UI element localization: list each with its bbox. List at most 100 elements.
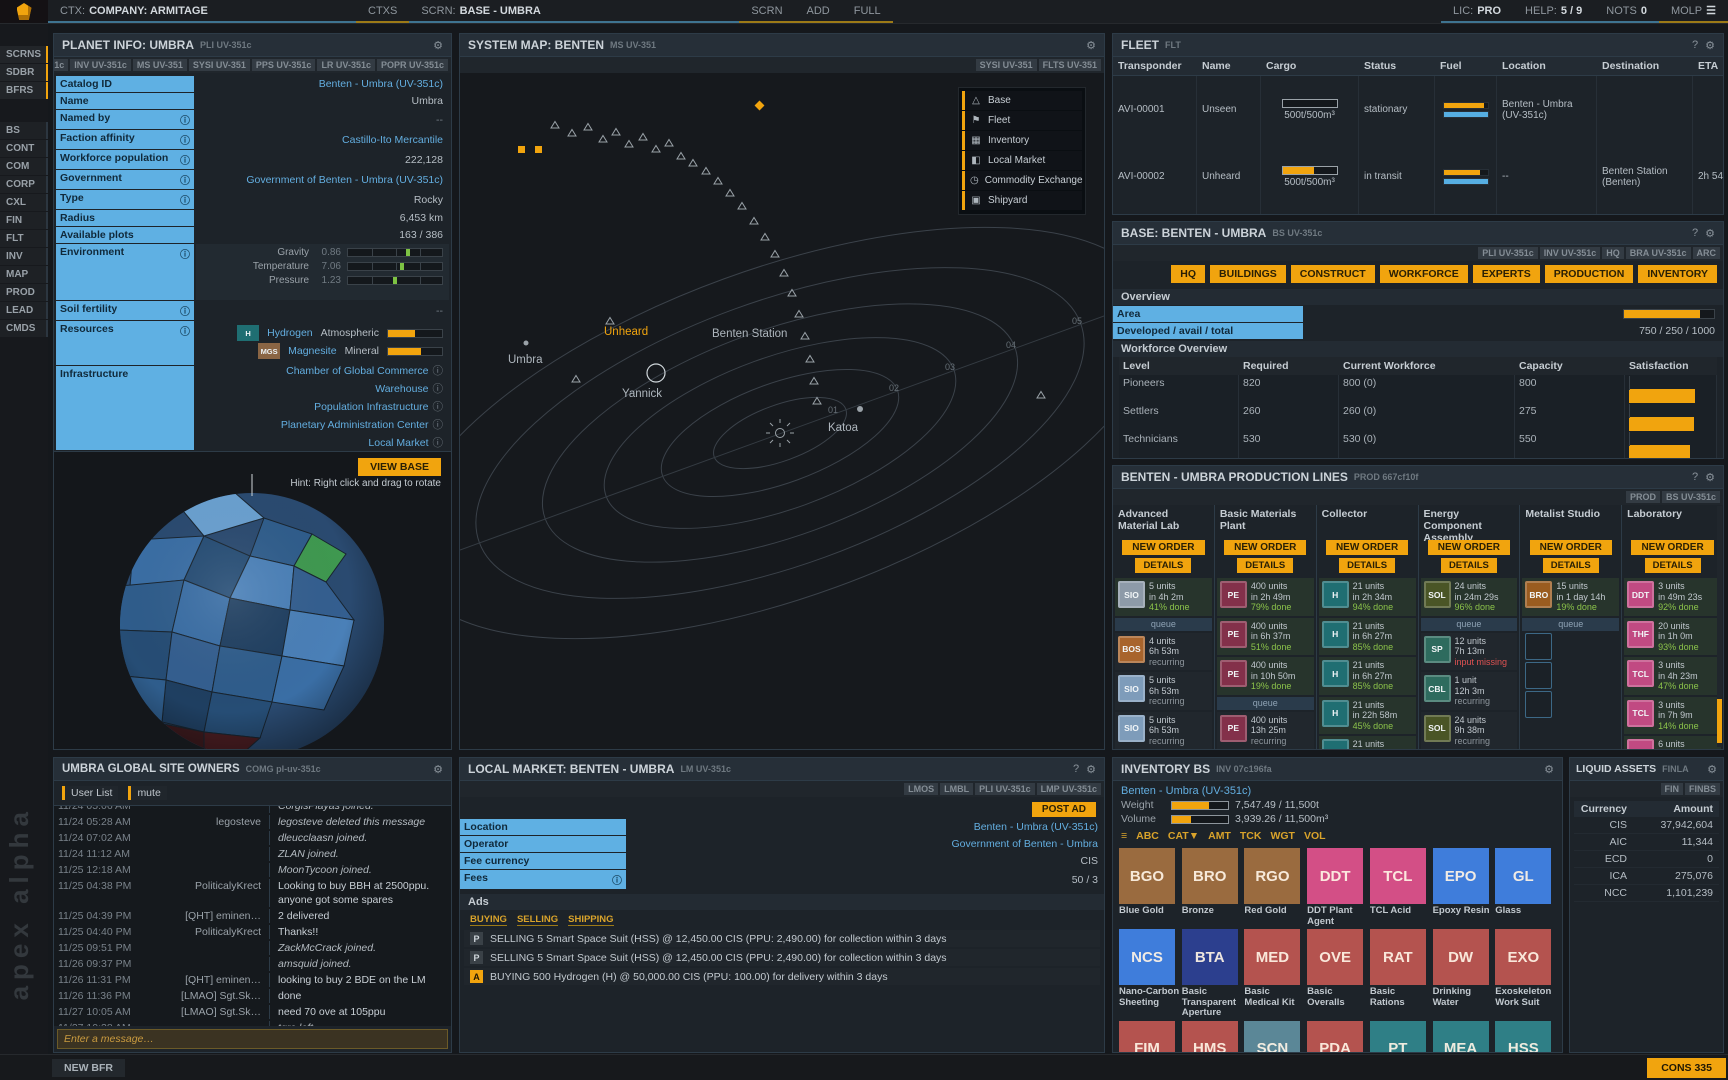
material-tile[interactable]: HSS (1495, 1021, 1551, 1053)
inventory-item[interactable]: TCLTCL Acid (1370, 848, 1431, 927)
material-tile[interactable]: BGO (1119, 848, 1175, 904)
production-order[interactable]: PE400 unitsin 2h 49m79% done (1217, 578, 1314, 616)
material-tile[interactable]: HMS (1182, 1021, 1238, 1053)
queued-order[interactable]: BOS4 units6h 53mrecurring (1115, 633, 1212, 671)
details-button[interactable]: DETAILS (1543, 558, 1599, 573)
scrn-button[interactable]: SCRN (739, 0, 794, 23)
currency-row[interactable]: ICA275,076 (1574, 868, 1719, 885)
post-ad-button[interactable]: POST AD (1032, 802, 1096, 817)
inventory-item[interactable]: BROBronze (1182, 848, 1243, 927)
queued-order[interactable]: SIO5 units6h 53mrecurring (1115, 672, 1212, 710)
production-order[interactable]: BRO15 unitsin 1 day 14h19% done (1522, 578, 1619, 616)
production-order[interactable]: DDT3 unitsin 49m 23s92% done (1624, 578, 1721, 616)
license-indicator[interactable]: LIC:PRO (1441, 0, 1513, 23)
info-icon[interactable]: ⓘ (433, 381, 444, 396)
details-button[interactable]: DETAILS (1339, 558, 1395, 573)
list-view-icon[interactable]: ≡ (1121, 830, 1127, 842)
col-cargo[interactable]: Cargo (1261, 57, 1359, 76)
tab-lmos[interactable]: LMOS (904, 783, 938, 795)
shipping-filter[interactable]: SHIPPING (568, 914, 613, 926)
construct-button[interactable]: CONSTRUCT (1291, 265, 1375, 283)
sort-tck[interactable]: TCK (1240, 830, 1262, 842)
production-button[interactable]: PRODUCTION (1545, 265, 1634, 283)
details-button[interactable]: DETAILS (1441, 558, 1497, 573)
umbra-dot[interactable] (524, 341, 529, 346)
sort-vol[interactable]: VOL (1304, 830, 1326, 842)
selling-filter[interactable]: SELLING (517, 914, 558, 926)
gear-icon[interactable]: ⚙ (1705, 471, 1715, 484)
col-status[interactable]: Status (1359, 57, 1435, 76)
buildings-button[interactable]: BUILDINGS (1210, 265, 1286, 283)
menu-item-local-market[interactable]: ◧Local Market (962, 151, 1082, 170)
katoa-dot[interactable] (857, 406, 863, 412)
info-icon[interactable]: ⓘ (180, 323, 190, 338)
planet-info-header[interactable]: PLANET INFO: UMBRA PLI UV-351c ⚙ (54, 34, 451, 57)
map-label-benten-station[interactable]: Benten Station (712, 328, 787, 340)
currency-row[interactable]: CIS37,942,604 (1574, 817, 1719, 834)
material-tile[interactable]: EPO (1433, 848, 1489, 904)
tab-sysi[interactable]: SYSI UV-351 (976, 59, 1037, 71)
sidebar-item-corp[interactable]: CORP (0, 176, 48, 193)
details-button[interactable]: DETAILS (1135, 558, 1191, 573)
system-map-viewport[interactable]: 01 02 03 04 05 (460, 73, 1104, 750)
inventory-item[interactable]: DWDrinking Water (1433, 929, 1494, 1019)
production-order[interactable]: H21 unitsin 22h 58m45% done (1319, 697, 1416, 735)
ship-location[interactable]: DW-456 - Orm (DW-456g) (1497, 210, 1597, 215)
tab-inv[interactable]: INV UV-351c (70, 59, 131, 71)
menu-item-shipyard[interactable]: ▣Shipyard (962, 191, 1082, 210)
tab-flts[interactable]: FLTS UV-351 (1039, 59, 1101, 71)
inventory-item[interactable]: PDA (1307, 1021, 1368, 1053)
tab-bra[interactable]: BRA UV-351c (1626, 247, 1691, 259)
inventory-item[interactable]: RGORed Gold (1244, 848, 1305, 927)
market-ad[interactable]: ABUYING 500 Hydrogen (H) @ 50,000.00 CIS… (464, 968, 1100, 985)
info-icon[interactable]: ⓘ (180, 172, 190, 187)
inventory-item[interactable]: MEDBasic Medical Kit (1244, 929, 1305, 1019)
ship-name[interactable]: Unseen (1197, 76, 1261, 143)
info-icon[interactable]: ⓘ (180, 192, 190, 207)
menu-item-base[interactable]: △Base (962, 91, 1082, 110)
material-tile[interactable]: GL (1495, 848, 1551, 904)
info-icon[interactable]: ⓘ (433, 363, 444, 378)
buying-filter[interactable]: BUYING (470, 914, 507, 926)
gear-icon[interactable]: ⚙ (1086, 763, 1096, 776)
inventory-item[interactable]: RATBasic Rations (1370, 929, 1431, 1019)
map-label-katoa[interactable]: Katoa (828, 422, 859, 434)
inventory-item[interactable]: BTABasic Transparent Aperture (1182, 929, 1243, 1019)
inventory-item[interactable]: DDTDDT Plant Agent (1307, 848, 1368, 927)
hq-button[interactable]: HQ (1171, 265, 1205, 283)
inventory-item[interactable]: BGOBlue Gold (1119, 848, 1180, 927)
tab-lmp[interactable]: LMP UV-351c (1037, 783, 1101, 795)
map-label-unheard[interactable]: Unheard (604, 326, 648, 338)
local-market-header[interactable]: LOCAL MARKET: BENTEN - UMBRA LM UV-351c … (460, 758, 1104, 781)
col-name[interactable]: Name (1197, 57, 1261, 76)
inventory-button[interactable]: INVENTORY (1638, 265, 1717, 283)
col-eta[interactable]: ETA (1693, 57, 1724, 76)
context-selector[interactable]: CTX:COMPANY: ARMITAGE (48, 0, 356, 23)
material-icon-mgs[interactable]: MGS (258, 343, 280, 359)
base-header[interactable]: BASE: BENTEN - UMBRA BS UV-351c ?⚙ (1113, 222, 1723, 245)
inventory-header[interactable]: INVENTORY BS INV 07c196fa ⚙ (1113, 758, 1562, 781)
help-icon[interactable]: ? (1073, 763, 1079, 776)
material-tile[interactable]: FIM (1119, 1021, 1175, 1053)
queued-order[interactable]: CBL1 unit12h 3mrecurring (1421, 672, 1518, 710)
help-icon[interactable]: ? (1692, 39, 1698, 52)
inventory-item[interactable]: PT (1370, 1021, 1431, 1053)
info-icon[interactable]: ⓘ (180, 132, 190, 147)
sort-abc[interactable]: ABC (1136, 830, 1159, 842)
new-order-button[interactable]: NEW ORDER (1326, 540, 1408, 555)
sidebar-item-map[interactable]: MAP (0, 266, 48, 283)
map-label-yannick[interactable]: Yannick (622, 388, 662, 400)
production-order[interactable]: TCL3 unitsin 4h 23m47% done (1624, 657, 1721, 695)
sidebar-item-cxl[interactable]: CXL (0, 194, 48, 211)
production-scrollbar[interactable] (1717, 506, 1722, 747)
material-tile[interactable]: BTA (1182, 929, 1238, 985)
market-ad[interactable]: PSELLING 5 Smart Space Suit (HSS) @ 12,4… (464, 949, 1100, 966)
infra-link[interactable]: Warehouse (375, 383, 428, 395)
infra-link[interactable]: Local Market (368, 437, 428, 449)
production-order[interactable]: H21 unitsin 6h 27m85% done (1319, 657, 1416, 695)
ship-name[interactable]: Bespin (1197, 210, 1261, 215)
tab-popr[interactable]: POPR UV-351c (377, 59, 448, 71)
inventory-item[interactable]: HSS (1495, 1021, 1556, 1053)
material-tile[interactable]: EXO (1495, 929, 1551, 985)
info-icon[interactable]: ⓘ (433, 399, 444, 414)
